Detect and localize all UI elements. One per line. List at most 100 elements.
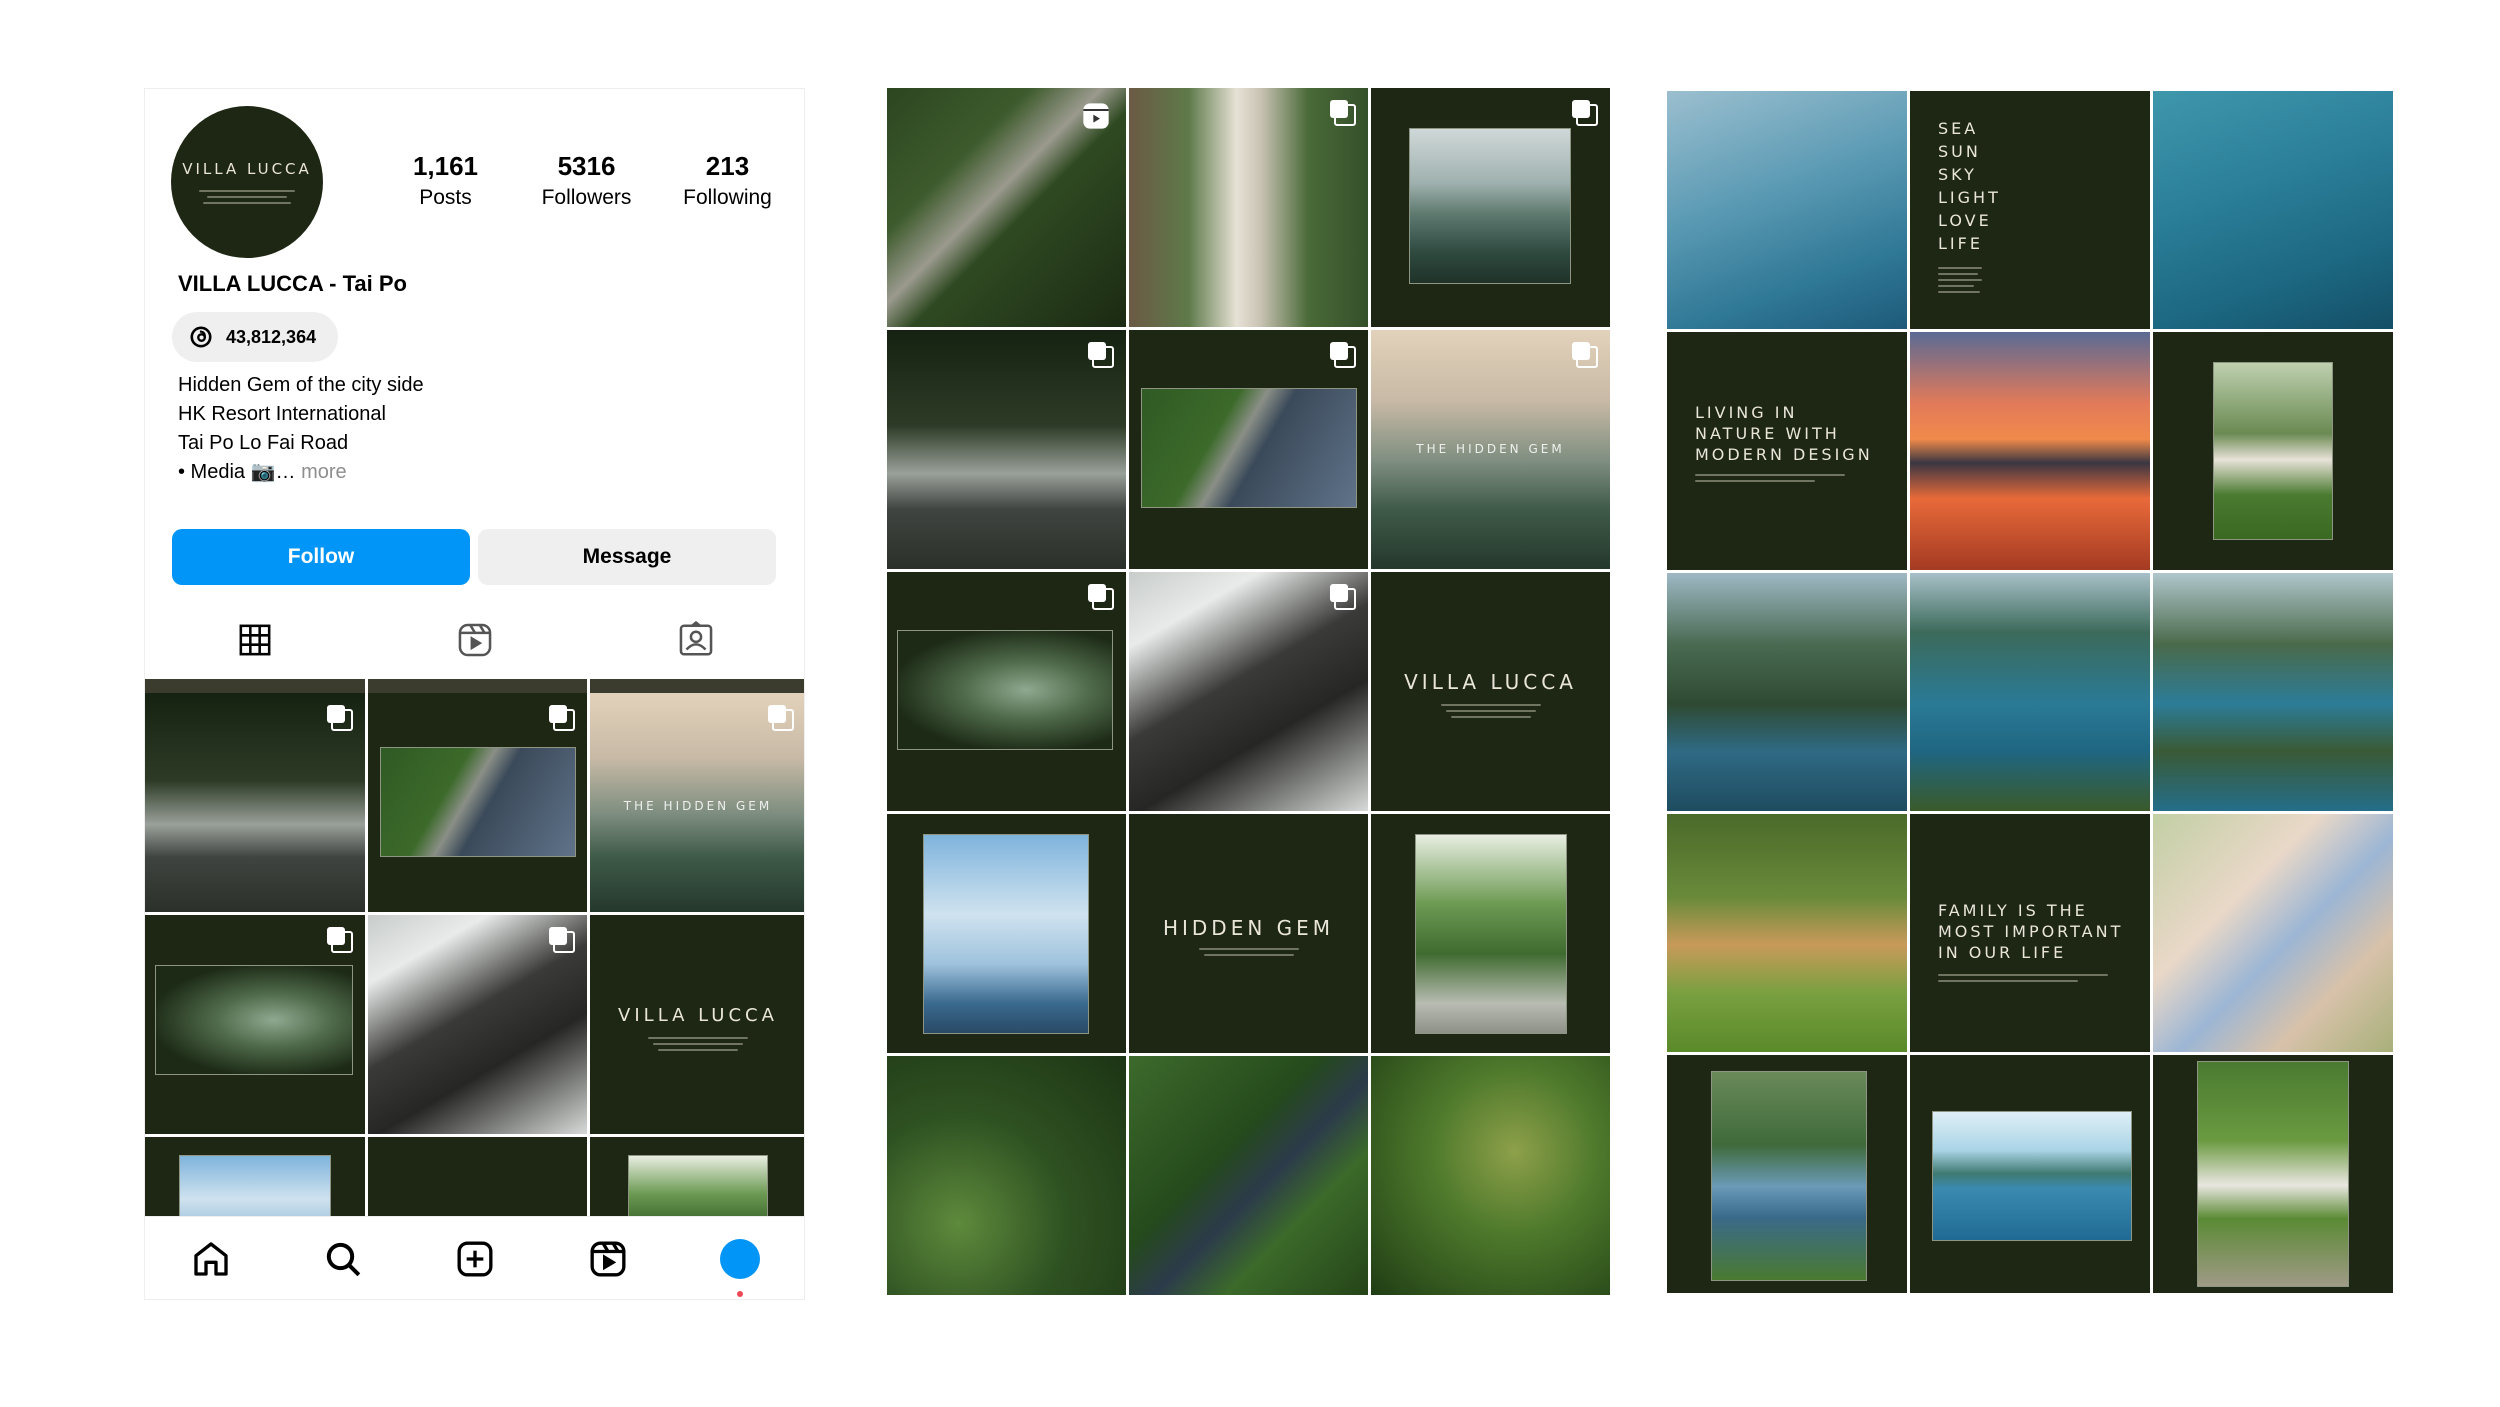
post-tile-sea-list[interactable]: SEA SUN SKY LIGHT LOVE LIFE <box>1910 91 2150 329</box>
reels-icon[interactable] <box>588 1239 628 1279</box>
feed-grid-preview-1: THE HIDDEN GEM VILLA LUCCA HIDDEN GEM <box>887 88 1610 1295</box>
multi-post-icon <box>549 927 575 953</box>
post-tile-fern[interactable] <box>145 915 365 1134</box>
post-tile-villa-lucca[interactable]: VILLA LUCCA <box>590 915 804 1134</box>
living-subtext <box>1695 470 1845 482</box>
grid-top-strip <box>145 679 804 693</box>
bio-more-link[interactable]: more <box>301 461 347 483</box>
post-tile-driver[interactable] <box>1129 572 1368 811</box>
threads-badge[interactable]: 43,812,364 <box>172 312 339 362</box>
post-tile-people-frame[interactable] <box>2153 332 2393 570</box>
living-text: LIVING IN NATURE WITH MODERN DESIGN <box>1695 403 1873 464</box>
post-tile-kids[interactable] <box>2153 814 2393 1052</box>
multi-post-icon <box>327 927 353 953</box>
multi-post-icon <box>1330 342 1356 368</box>
post-tile-aerial-forest[interactable] <box>887 1056 1126 1295</box>
post-tile-aerial-canopy[interactable] <box>1371 1056 1610 1295</box>
home-icon[interactable] <box>191 1239 231 1279</box>
create-icon[interactable] <box>455 1239 495 1279</box>
post-tile-villa-lucca[interactable]: VILLA LUCCA <box>1371 572 1610 811</box>
post-tile-hidden-gem[interactable]: THE HIDDEN GEM <box>1371 330 1610 569</box>
post-tile-driver[interactable] <box>368 915 587 1134</box>
profile-bio: Hidden Gem of the city side HK Resort In… <box>178 371 424 487</box>
profile-avatar[interactable]: VILLA LUCCA <box>171 106 323 258</box>
multi-post-icon <box>768 705 794 731</box>
bio-line: • Media 📷… <box>178 461 296 483</box>
bottom-nav <box>145 1216 804 1299</box>
reel-icon <box>1083 103 1109 129</box>
sea-list-text: SEA SUN SKY LIGHT LOVE LIFE <box>1938 119 2001 253</box>
post-tile-aerial-road[interactable] <box>1129 1056 1368 1295</box>
post-tile-mountain[interactable] <box>1371 88 1610 327</box>
post-tile-family[interactable]: FAMILY IS THE MOST IMPORTANT IN OUR LIFE <box>1910 814 2150 1052</box>
multi-post-icon <box>1088 342 1114 368</box>
stat-posts-value: 1,161 <box>412 151 479 181</box>
stat-followers-label: Followers <box>541 186 632 209</box>
post-tile-lake-road[interactable] <box>1129 330 1368 569</box>
threads-count: 43,812,364 <box>226 326 317 347</box>
bio-line: Hidden Gem of the city side <box>178 374 424 396</box>
stat-followers[interactable]: 5316 Followers <box>516 151 657 210</box>
grid-icon <box>239 624 271 656</box>
multi-post-icon <box>1330 100 1356 126</box>
stat-followers-value: 5316 <box>557 151 616 181</box>
villa-lucca-subtext <box>648 1033 748 1051</box>
post-tile-fern[interactable] <box>887 572 1126 811</box>
multi-post-icon <box>1088 584 1114 610</box>
profile-stats: 1,161 Posts 5316 Followers 213 Following <box>375 151 798 210</box>
post-tile-bay-center[interactable] <box>1910 573 2150 811</box>
post-tile-sea-boat[interactable] <box>1667 91 1907 329</box>
feed-grid-preview-2: SEA SUN SKY LIGHT LOVE LIFE LIVING IN NA… <box>1667 91 2393 1296</box>
profile-post-grid: THE HIDDEN GEM VILLA LUCCA <box>145 693 804 1299</box>
post-tile-living[interactable]: LIVING IN NATURE WITH MODERN DESIGN <box>1667 332 1907 570</box>
post-tile-dog[interactable] <box>1667 814 1907 1052</box>
hidden-gem-subtext <box>1199 944 1299 956</box>
post-tile-sea-open[interactable] <box>2153 91 2393 329</box>
avatar-logo-subtext <box>199 186 295 204</box>
threads-icon <box>190 326 212 348</box>
post-tile-girl-forest[interactable] <box>2153 1055 2393 1293</box>
stat-posts[interactable]: 1,161 Posts <box>375 151 516 210</box>
post-tile-lake-road[interactable] <box>368 693 587 912</box>
family-subtext <box>1938 970 2108 982</box>
post-tile-lake-wide[interactable] <box>1910 1055 2150 1293</box>
sea-list-subtext <box>1938 263 1982 293</box>
post-tile-winding-road[interactable] <box>887 88 1126 327</box>
multi-post-icon <box>549 705 575 731</box>
post-tile-sunset[interactable] <box>1910 332 2150 570</box>
post-tile-couple[interactable] <box>1129 88 1368 327</box>
profile-avatar-nav[interactable] <box>719 1239 760 1297</box>
reels-icon <box>459 623 492 657</box>
message-button[interactable]: Message <box>478 529 776 585</box>
multi-post-icon <box>1572 342 1598 368</box>
profile-name: VILLA LUCCA - Tai Po <box>178 271 407 296</box>
tab-tagged[interactable] <box>586 613 804 667</box>
post-tile-car[interactable] <box>145 693 365 912</box>
villa-lucca-title: VILLA LUCCA <box>1404 670 1577 694</box>
post-tile-hidden-gem-text[interactable]: HIDDEN GEM <box>1129 814 1368 1053</box>
family-text: FAMILY IS THE MOST IMPORTANT IN OUR LIFE <box>1938 901 2124 962</box>
avatar-logo-text: VILLA LUCCA <box>182 160 312 178</box>
hidden-gem-overlay-text: THE HIDDEN GEM <box>623 799 773 813</box>
post-tile-tree-lake[interactable] <box>1667 1055 1907 1293</box>
stat-posts-label: Posts <box>419 186 472 209</box>
post-tile-car[interactable] <box>887 330 1126 569</box>
follow-button[interactable]: Follow <box>172 529 470 585</box>
stat-following[interactable]: 213 Following <box>657 151 798 210</box>
post-tile-cloud[interactable] <box>887 814 1126 1053</box>
tab-grid[interactable] <box>145 613 365 667</box>
villa-lucca-subtext <box>1441 700 1541 718</box>
hidden-gem-title: HIDDEN GEM <box>1162 916 1335 940</box>
profile-phone-screen: VILLA LUCCA 1,161 Posts 5316 Followers 2… <box>144 88 805 1300</box>
post-tile-bay-right[interactable] <box>2153 573 2393 811</box>
villa-lucca-title: VILLA LUCCA <box>618 1005 778 1026</box>
post-tile-bay-left[interactable] <box>1667 573 1907 811</box>
hidden-gem-overlay-text: THE HIDDEN GEM <box>1416 442 1565 456</box>
search-icon[interactable] <box>323 1239 363 1279</box>
bio-line: HK Resort International <box>178 403 386 425</box>
post-tile-trees[interactable] <box>1371 814 1610 1053</box>
stat-following-value: 213 <box>705 151 750 181</box>
tab-reels[interactable] <box>365 613 585 667</box>
multi-post-icon <box>327 705 353 731</box>
post-tile-hidden-gem[interactable]: THE HIDDEN GEM <box>590 693 804 912</box>
